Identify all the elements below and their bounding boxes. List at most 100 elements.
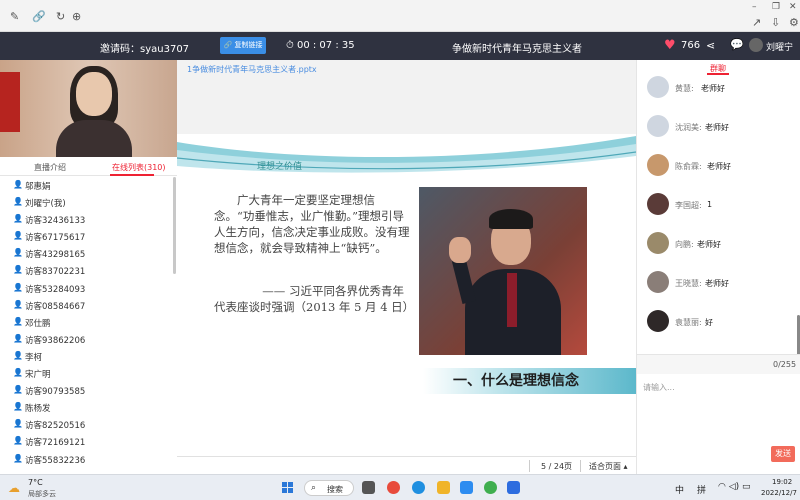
- start-tile: [282, 482, 287, 487]
- slide-citation: —— 习近平同各界优秀青年代表座谈时强调（2013 年 5 月 4 日）: [214, 284, 415, 314]
- slide: 理想之价值 广大青年一定要坚定理想信念。“功垂惟志，业广惟勤。”理想引导人生方向…: [177, 134, 636, 456]
- chat-text: 老师好: [697, 240, 721, 249]
- list-item[interactable]: 👤 访客53284093: [0, 280, 177, 297]
- user-icon: 👤: [13, 282, 23, 292]
- share-out-icon[interactable]: ↗: [752, 16, 761, 29]
- like-count: 766: [681, 40, 701, 51]
- weather-icon[interactable]: ☁: [8, 481, 20, 495]
- user-name: 李柯: [25, 352, 43, 363]
- windows-start-icon[interactable]: [282, 482, 294, 494]
- user-name: 访客32436133: [25, 216, 86, 227]
- timer-value: 00 : 07 : 35: [296, 40, 355, 51]
- chat-messages[interactable]: 黄慧: 老师好 沈润美: 老师好 陈俞霖: 老师好 李国超: 1 向鹏: 老师好 王晓慧:…: [637, 74, 797, 354]
- list-item[interactable]: 👤 访客83702231: [0, 262, 177, 279]
- list-item[interactable]: 👤 陈杨发: [0, 399, 177, 416]
- list-item[interactable]: 👤 访客72169121: [0, 433, 177, 450]
- user-icon: 👤: [13, 197, 23, 207]
- restore-icon[interactable]: ❐: [772, 2, 780, 12]
- user-icon: 👤: [13, 385, 23, 395]
- avatar: [647, 310, 669, 332]
- system-tray-icons[interactable]: ◠ ◁) ▭: [718, 482, 751, 492]
- user-icon: 👤: [13, 180, 23, 189]
- explorer-icon[interactable]: [437, 481, 450, 494]
- list-item[interactable]: 👤 访客55832236: [0, 451, 177, 468]
- list-item[interactable]: 👤 访客43298165: [0, 245, 177, 262]
- user-list-scrollbar[interactable]: [173, 177, 176, 274]
- slide-banner-text: 一、什么是理想信念: [453, 373, 579, 389]
- weather-desc: 局部多云: [28, 490, 56, 498]
- copy-link-button[interactable]: 🔗 复制链接: [220, 37, 266, 54]
- globe-icon[interactable]: ⊕: [72, 10, 81, 23]
- file-name[interactable]: 1争做新时代青年马克思主义者.pptx: [187, 64, 317, 75]
- list-item[interactable]: 👤 邓仕鹏: [0, 314, 177, 331]
- tab-underline: [110, 174, 154, 176]
- browser-toolbar: ✎ 🔗 ↻ ⊕ – ❐ ✕ ↗ ⇩ ⚙: [0, 0, 800, 32]
- live-app-icon[interactable]: [507, 481, 520, 494]
- chat-sender: 王晓慧:: [675, 279, 702, 288]
- list-item[interactable]: 👤 访客08584667: [0, 297, 177, 314]
- clock-time[interactable]: 19:02: [772, 478, 792, 486]
- user-avatar[interactable]: [749, 38, 763, 52]
- list-item[interactable]: 👤 宋广明: [0, 365, 177, 382]
- live-title: 争做新时代青年马克思主义者: [452, 44, 582, 55]
- settings-icon[interactable]: ⚙: [789, 16, 799, 29]
- clock-date[interactable]: 2022/12/7: [761, 489, 797, 497]
- user-icon: 👤: [13, 265, 23, 275]
- user-name: 访客08584667: [25, 301, 86, 312]
- avatar: [647, 232, 669, 254]
- list-item[interactable]: 👤 李柯: [0, 348, 177, 365]
- start-tile: [282, 488, 287, 493]
- fit-page-dropdown[interactable]: 适合页面 ▴: [589, 461, 628, 472]
- search-icon: ⌕: [311, 483, 317, 493]
- netease-app-icon[interactable]: [387, 481, 400, 494]
- list-item[interactable]: 👤 刘曜宁(我): [0, 194, 177, 211]
- chat-text: 老师好: [705, 279, 729, 288]
- pin-icon[interactable]: ✎: [10, 10, 19, 23]
- user-icon: 👤: [13, 333, 23, 343]
- close-icon[interactable]: ✕: [789, 2, 797, 12]
- chat-input-placeholder: 请输入...: [643, 383, 675, 392]
- user-icon: 👤: [13, 350, 23, 360]
- weather-temp[interactable]: 7°C: [28, 478, 43, 487]
- chat-sender: 沈润美:: [675, 123, 702, 132]
- chat-text: 1: [707, 200, 713, 209]
- user-name: 访客53284093: [25, 284, 86, 295]
- list-item[interactable]: 👤 访客90793585: [0, 382, 177, 399]
- start-tile: [288, 482, 293, 487]
- taskbar-search[interactable]: ⌕ 搜索: [304, 480, 354, 496]
- taskbar: ☁ 7°C 局部多云 ⌕ 搜索 中 拼 ◠ ◁) ▭ 19:02 2022/12/…: [0, 474, 800, 500]
- reload-icon[interactable]: ↻: [56, 10, 65, 23]
- page-indicator[interactable]: 5 / 24页: [541, 461, 572, 472]
- tab-intro[interactable]: 直播介绍: [34, 162, 66, 173]
- tab-online-list[interactable]: 在线列表(310): [112, 162, 166, 173]
- pager-divider: [529, 460, 530, 472]
- task-view-icon[interactable]: [362, 481, 375, 494]
- wechat-icon[interactable]: [484, 481, 497, 494]
- ime-indicator[interactable]: 拼: [697, 483, 706, 496]
- online-user-list[interactable]: 👤 邬惠娟 👤 刘曜宁(我) 👤 访客32436133 👤 访客67175617 👤 访客…: [0, 177, 177, 470]
- chat-text: 老师好: [707, 162, 731, 171]
- user-name: 访客72169121: [25, 438, 86, 449]
- link-icon[interactable]: 🔗: [32, 10, 46, 23]
- user-name: 宋广明: [25, 370, 51, 381]
- chat-icon[interactable]: 💬: [730, 38, 744, 51]
- list-item[interactable]: 👤 访客32436133: [0, 211, 177, 228]
- chat-text: 老师好: [701, 84, 725, 93]
- language-indicator[interactable]: 中: [675, 483, 684, 496]
- avatar: [647, 154, 669, 176]
- send-button[interactable]: 发送: [771, 446, 795, 462]
- live-header: 邀请码：syau3707 🔗 复制链接 ⏱ 00 : 07 : 35 争做新时代…: [0, 32, 800, 60]
- download-icon[interactable]: ⇩: [771, 16, 780, 29]
- edge-icon[interactable]: [412, 481, 425, 494]
- list-item[interactable]: 👤 访客93862206: [0, 331, 177, 348]
- chat-sender: 黄慧:: [675, 84, 694, 93]
- avatar: [647, 271, 669, 293]
- app-icon[interactable]: [460, 481, 473, 494]
- teacher-video[interactable]: [0, 60, 177, 157]
- heart-icon[interactable]: ♥: [664, 38, 676, 53]
- share-icon[interactable]: ⋖: [706, 39, 715, 52]
- list-item[interactable]: 👤 访客67175617: [0, 228, 177, 245]
- minimize-icon[interactable]: –: [752, 2, 757, 12]
- list-item[interactable]: 👤 邬惠娟: [0, 177, 177, 194]
- list-item[interactable]: 👤 访客82520516: [0, 416, 177, 433]
